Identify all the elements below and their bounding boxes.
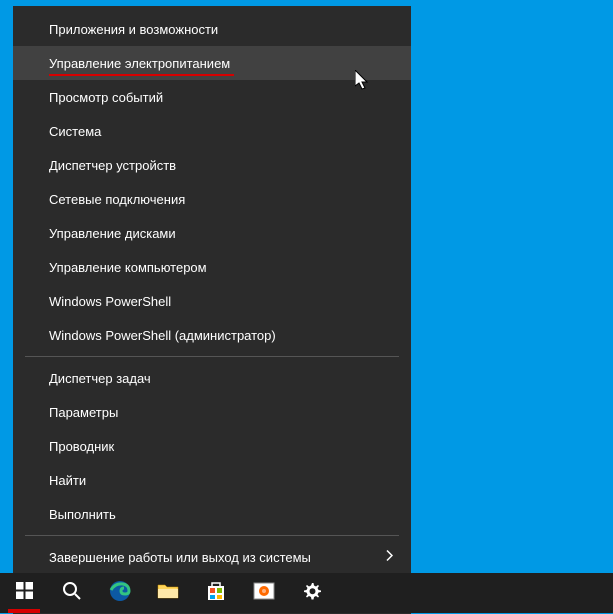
menu-item[interactable]: Система — [13, 114, 411, 148]
explorer-button[interactable] — [144, 573, 192, 613]
menu-item[interactable]: Завершение работы или выход из системы — [13, 540, 411, 574]
recorder-icon — [253, 582, 275, 605]
windows-icon — [16, 582, 33, 604]
start-button[interactable] — [0, 573, 48, 613]
menu-separator — [25, 535, 399, 536]
menu-item-label: Просмотр событий — [49, 90, 163, 105]
menu-item[interactable]: Управление электропитанием — [13, 46, 411, 80]
menu-item-label: Параметры — [49, 405, 118, 420]
menu-separator — [25, 356, 399, 357]
taskbar — [0, 573, 613, 613]
start-button-highlight — [8, 609, 40, 613]
menu-item-label: Диспетчер устройств — [49, 158, 176, 173]
menu-item[interactable]: Сетевые подключения — [13, 182, 411, 216]
annotation-underline — [49, 74, 234, 76]
menu-item[interactable]: Выполнить — [13, 497, 411, 531]
search-button[interactable] — [48, 573, 96, 613]
store-icon — [206, 581, 226, 606]
menu-item[interactable]: Проводник — [13, 429, 411, 463]
settings-button[interactable] — [288, 573, 336, 613]
menu-item-label: Диспетчер задач — [49, 371, 151, 386]
menu-item-label: Управление дисками — [49, 226, 176, 241]
menu-item[interactable]: Управление компьютером — [13, 250, 411, 284]
winx-context-menu: Приложения и возможности Управление элект… — [13, 6, 411, 614]
menu-item-label: Выполнить — [49, 507, 116, 522]
menu-item-label: Управление компьютером — [49, 260, 207, 275]
menu-item-label: Windows PowerShell (администратор) — [49, 328, 276, 343]
menu-item[interactable]: Диспетчер устройств — [13, 148, 411, 182]
edge-button[interactable] — [96, 573, 144, 613]
menu-item-label: Проводник — [49, 439, 114, 454]
menu-item-label: Сетевые подключения — [49, 192, 185, 207]
menu-item[interactable]: Windows PowerShell — [13, 284, 411, 318]
folder-icon — [157, 582, 179, 605]
chevron-right-icon — [385, 550, 393, 565]
menu-item-label: Найти — [49, 473, 86, 488]
edge-icon — [109, 580, 131, 607]
menu-item-label: Управление электропитанием — [49, 56, 230, 71]
menu-item-label: Завершение работы или выход из системы — [49, 550, 311, 565]
search-icon — [62, 581, 82, 606]
menu-item[interactable]: Управление дисками — [13, 216, 411, 250]
menu-item-label: Приложения и возможности — [49, 22, 218, 37]
menu-item-label: Windows PowerShell — [49, 294, 171, 309]
gear-icon — [302, 581, 322, 606]
menu-item[interactable]: Windows PowerShell (администратор) — [13, 318, 411, 352]
store-button[interactable] — [192, 573, 240, 613]
menu-item[interactable]: Приложения и возможности — [13, 12, 411, 46]
menu-item[interactable]: Найти — [13, 463, 411, 497]
menu-item[interactable]: Диспетчер задач — [13, 361, 411, 395]
menu-item[interactable]: Параметры — [13, 395, 411, 429]
app-button[interactable] — [240, 573, 288, 613]
menu-item[interactable]: Просмотр событий — [13, 80, 411, 114]
menu-item-label: Система — [49, 124, 101, 139]
